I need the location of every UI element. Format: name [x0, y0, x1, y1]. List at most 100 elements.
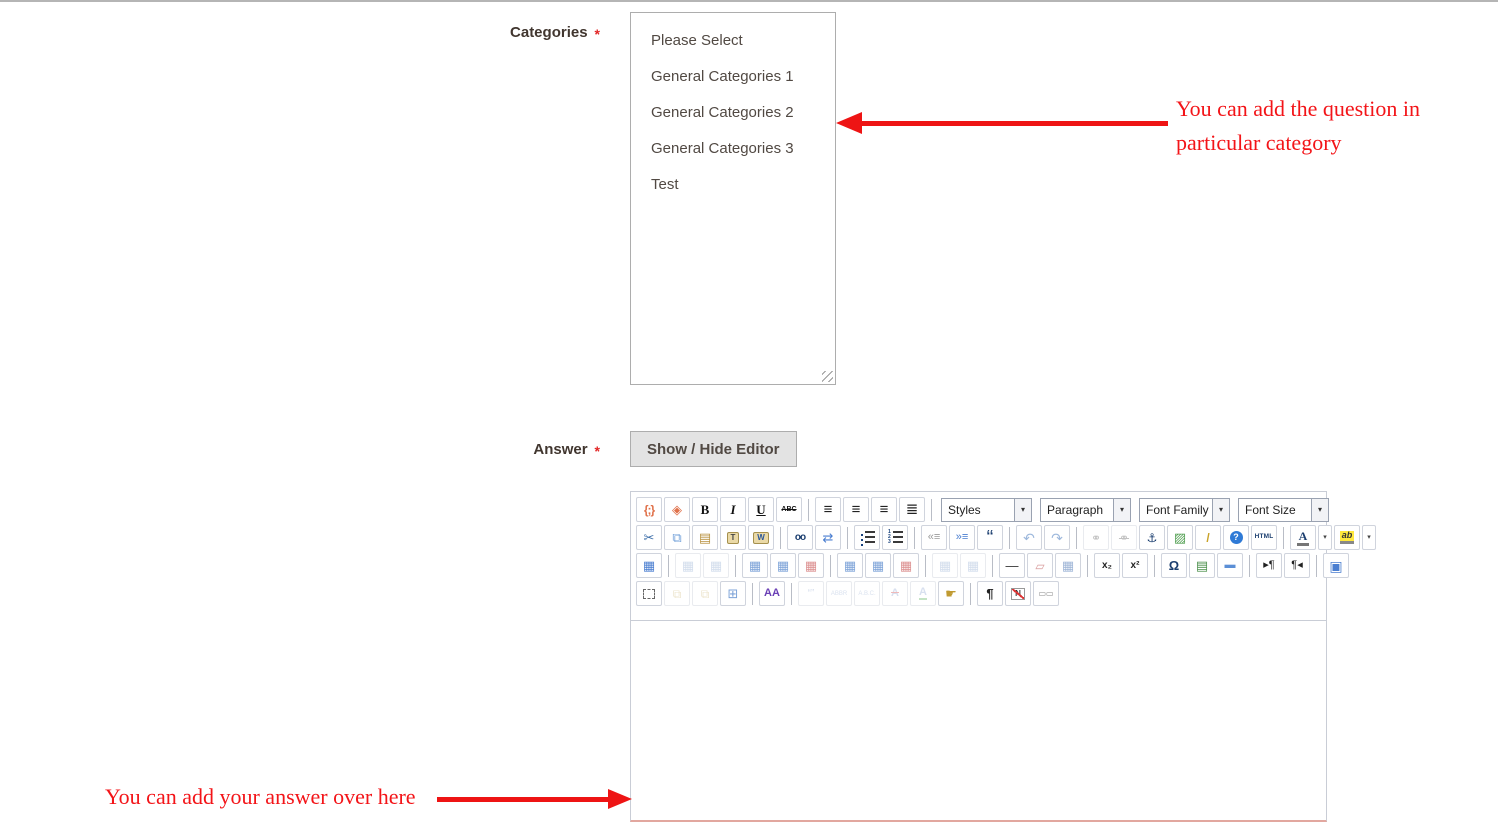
right-arrow-shaft	[437, 797, 610, 802]
text-color-caret[interactable]: ▾	[1318, 525, 1332, 550]
category-option[interactable]: General Categories 2	[631, 95, 835, 131]
split-cells-button: ▦	[932, 553, 958, 578]
toolbar-separator	[830, 555, 831, 577]
delete-column-button[interactable]: ▦	[893, 553, 919, 578]
table-row-properties-button: ▦	[675, 553, 701, 578]
categories-listbox[interactable]: Please SelectGeneral Categories 1General…	[630, 12, 836, 385]
toolbar-separator	[914, 527, 915, 549]
link-button: ⚭	[1083, 525, 1109, 550]
help-button[interactable]: ?	[1223, 525, 1249, 550]
category-option[interactable]: Test	[631, 167, 835, 203]
insert-variable-button[interactable]: {;}	[636, 497, 662, 522]
cleanup-button[interactable]: /	[1195, 525, 1221, 550]
category-option[interactable]: General Categories 1	[631, 59, 835, 95]
chevron-down-icon[interactable]: ▾	[1212, 499, 1229, 521]
superscript-button[interactable]: x²	[1122, 553, 1148, 578]
outdent-button[interactable]: «≡	[921, 525, 947, 550]
categories-label-row: Categories*	[0, 24, 600, 41]
font-family-select[interactable]: Font Family▾	[1139, 498, 1230, 522]
editor-content-area[interactable]	[631, 620, 1326, 820]
answer-label: Answer	[533, 441, 587, 458]
abbreviation-button: ABBR	[826, 581, 852, 606]
font-size-select[interactable]: Font Size▾	[1238, 498, 1329, 522]
insert-row-after-button[interactable]: ▦	[770, 553, 796, 578]
show-hide-editor-button[interactable]: Show / Hide Editor	[630, 431, 797, 467]
image-button[interactable]: ▨	[1167, 525, 1193, 550]
find-button[interactable]: oo	[787, 525, 813, 550]
chevron-down-icon[interactable]: ▾	[1014, 499, 1031, 521]
toolbar-separator	[992, 555, 993, 577]
right-to-left-button[interactable]: ¶◂	[1284, 553, 1310, 578]
insertion-button: A	[910, 581, 936, 606]
insert-row-before-button[interactable]: ▦	[742, 553, 768, 578]
toolbar-separator	[847, 527, 848, 549]
left-arrow-shaft	[856, 121, 1168, 126]
align-left-button[interactable]: ≡	[815, 497, 841, 522]
toolbar-separator	[808, 499, 809, 521]
toolbar-separator	[925, 555, 926, 577]
insert-widget-button[interactable]: ◈	[664, 497, 690, 522]
bold-button[interactable]: B	[692, 497, 718, 522]
insert-column-before-button[interactable]: ▦	[837, 553, 863, 578]
paste-from-word-button[interactable]: W	[748, 525, 774, 550]
category-option[interactable]: General Categories 3	[631, 131, 835, 167]
insert-layer-button[interactable]	[636, 581, 662, 606]
undo-button[interactable]: ↶	[1016, 525, 1042, 550]
subscript-button[interactable]: x₂	[1094, 553, 1120, 578]
blockquote-button[interactable]: “	[977, 525, 1003, 550]
non-breaking-space-button[interactable]: N	[1005, 581, 1031, 606]
align-center-button[interactable]: ≡	[843, 497, 869, 522]
categories-label: Categories	[510, 24, 588, 41]
indent-button[interactable]: »≡	[949, 525, 975, 550]
find-replace-button[interactable]: ⇄	[815, 525, 841, 550]
html-source-button[interactable]: HTML	[1251, 525, 1277, 550]
visual-aid-button[interactable]: ▦	[1055, 553, 1081, 578]
chevron-down-icon[interactable]: ▾	[1113, 499, 1130, 521]
answer-annotation-text: You can add your answer over here	[105, 784, 416, 810]
toolbar-separator	[1154, 555, 1155, 577]
toolbar-separator	[970, 583, 971, 605]
category-option[interactable]: Please Select	[631, 23, 835, 59]
underline-button[interactable]: U	[748, 497, 774, 522]
remove-format-button[interactable]: ▱	[1027, 553, 1053, 578]
copy-button[interactable]: ⧉	[664, 525, 690, 550]
insert-column-after-button[interactable]: ▦	[865, 553, 891, 578]
paste-as-text-button[interactable]: T	[720, 525, 746, 550]
horizontal-rule-button[interactable]: —	[999, 553, 1025, 578]
italic-button[interactable]: I	[720, 497, 746, 522]
style-properties-button[interactable]: AA	[759, 581, 785, 606]
styles-select[interactable]: Styles▾	[941, 498, 1032, 522]
strikethrough-button[interactable]: ABC	[776, 497, 802, 522]
right-arrow-icon	[608, 789, 632, 809]
bullet-list-button[interactable]	[854, 525, 880, 550]
cut-button[interactable]: ✂	[636, 525, 662, 550]
background-color-button[interactable]: ab	[1334, 525, 1360, 550]
chevron-down-icon[interactable]: ▾	[1311, 499, 1328, 521]
special-character-button[interactable]: Ω	[1161, 553, 1187, 578]
left-to-right-button[interactable]: ▸¶	[1256, 553, 1282, 578]
paste-button[interactable]: ▤	[692, 525, 718, 550]
send-backward-button: ⧉	[692, 581, 718, 606]
numbered-list-button[interactable]	[882, 525, 908, 550]
page-break-button[interactable]: ▭▭	[1033, 581, 1059, 606]
acronym-button: A.B.C.	[854, 581, 880, 606]
advanced-hr-button[interactable]: ▬	[1217, 553, 1243, 578]
text-color-button[interactable]: A	[1290, 525, 1316, 550]
paragraph-select[interactable]: Paragraph▾	[1040, 498, 1131, 522]
unlink-button: ⚭	[1111, 525, 1137, 550]
toolbar-separator	[752, 583, 753, 605]
background-color-caret[interactable]: ▾	[1362, 525, 1376, 550]
anchor-button[interactable]: ⚓	[1139, 525, 1165, 550]
citation-button: “”	[798, 581, 824, 606]
absolute-position-button[interactable]: ⊞	[720, 581, 746, 606]
edit-attributes-button[interactable]: ☛	[938, 581, 964, 606]
align-justify-button[interactable]: ≣	[899, 497, 925, 522]
media-button[interactable]: ▤	[1189, 553, 1215, 578]
insert-table-button[interactable]: ▦	[636, 553, 662, 578]
visual-characters-button[interactable]: ¶	[977, 581, 1003, 606]
listbox-resize-handle[interactable]	[822, 371, 833, 382]
fullscreen-button[interactable]: ▣	[1323, 553, 1349, 578]
align-right-button[interactable]: ≡	[871, 497, 897, 522]
redo-button[interactable]: ↷	[1044, 525, 1070, 550]
delete-row-button[interactable]: ▦	[798, 553, 824, 578]
